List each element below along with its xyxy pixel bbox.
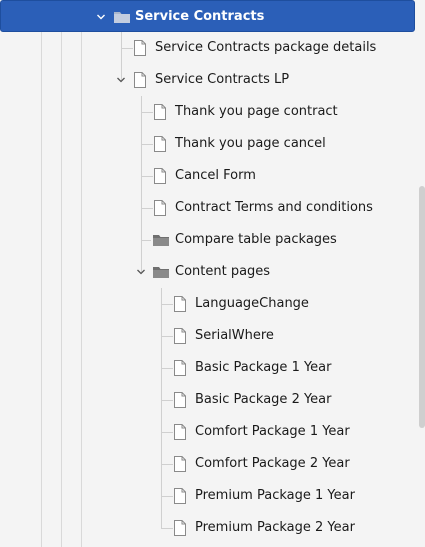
page-icon (173, 488, 189, 504)
folder-icon (113, 9, 130, 25)
tree-node-label: SerialWhere (195, 328, 274, 343)
page-icon (173, 456, 189, 472)
chevron-down-icon[interactable] (135, 266, 147, 278)
page-icon (173, 424, 189, 440)
page-icon (133, 72, 149, 88)
tree-node[interactable]: LanguageChange (0, 288, 415, 320)
tree-node-label: Cancel Form (175, 168, 256, 183)
tree-node-service-contracts[interactable]: Service Contracts (0, 0, 415, 32)
tree-node-label: Comfort Package 2 Year (195, 456, 350, 471)
page-icon (173, 296, 189, 312)
folder-icon (152, 232, 169, 248)
tree-node-label: Premium Package 2 Year (195, 520, 355, 535)
chevron-down-icon[interactable] (95, 11, 107, 23)
page-icon (173, 392, 189, 408)
tree-node[interactable]: Thank you page cancel (0, 128, 415, 160)
tree-node-label: Service Contracts package details (155, 40, 377, 55)
tree-node[interactable]: Premium Package 1 Year (0, 480, 415, 512)
page-icon (173, 520, 189, 536)
tree-node[interactable]: Basic Package 1 Year (0, 352, 415, 384)
page-icon (153, 104, 169, 120)
tree-node-label: Basic Package 1 Year (195, 360, 332, 375)
page-icon (173, 360, 189, 376)
tree-node-label: Service Contracts LP (155, 72, 290, 87)
tree-node[interactable]: Comfort Package 1 Year (0, 416, 415, 448)
tree-node[interactable]: Comfort Package 2 Year (0, 448, 415, 480)
tree-node[interactable]: Compare table packages (0, 224, 415, 256)
page-icon (153, 136, 169, 152)
chevron-down-icon[interactable] (115, 74, 127, 86)
tree-node-label: Thank you page contract (175, 104, 338, 119)
folder-icon (152, 264, 169, 280)
vertical-scrollbar[interactable] (419, 186, 425, 428)
tree-node-label: Compare table packages (175, 232, 337, 247)
page-tree: Service Contracts Service Contracts pack… (0, 0, 425, 547)
page-icon (153, 168, 169, 184)
page-icon (133, 40, 149, 56)
tree-node[interactable]: Cancel Form (0, 160, 415, 192)
tree-node[interactable]: Service Contracts LP (0, 64, 415, 96)
tree-node-label: Premium Package 1 Year (195, 488, 355, 503)
tree-node-label: Contract Terms and conditions (175, 200, 373, 215)
tree-node[interactable]: Thank you page contract (0, 96, 415, 128)
page-icon (173, 328, 189, 344)
tree-node[interactable]: Basic Package 2 Year (0, 384, 415, 416)
tree-node[interactable]: Content pages (0, 256, 415, 288)
tree-node-label: Content pages (175, 264, 271, 279)
tree-node-label: LanguageChange (195, 296, 309, 311)
tree-node[interactable]: Service Contracts package details (0, 32, 415, 64)
tree-node-label: Basic Package 2 Year (195, 392, 332, 407)
page-icon (153, 200, 169, 216)
tree-node[interactable]: SerialWhere (0, 320, 415, 352)
tree-node[interactable]: Contract Terms and conditions (0, 192, 415, 224)
tree-node-label: Comfort Package 1 Year (195, 424, 350, 439)
tree-node-label: Service Contracts (135, 9, 265, 24)
tree-node[interactable]: Premium Package 2 Year (0, 512, 415, 544)
tree-node-label: Thank you page cancel (175, 136, 326, 151)
